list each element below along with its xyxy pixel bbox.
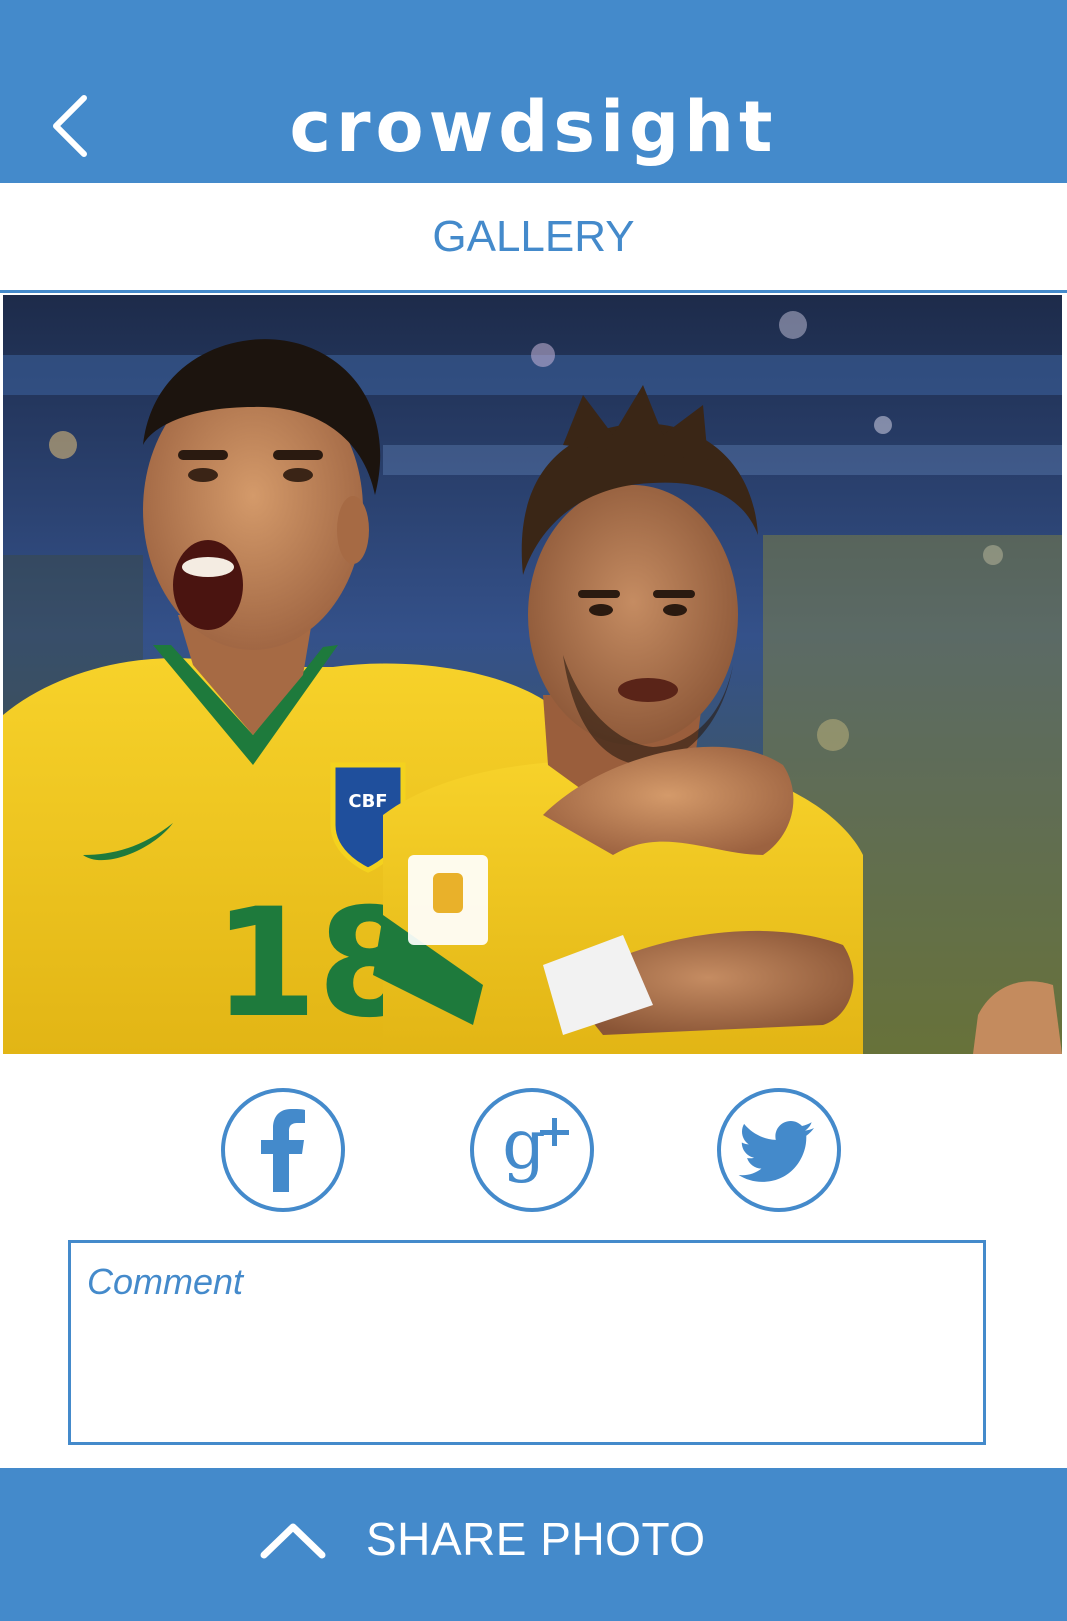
photo-image: CBF 18 (3, 295, 1062, 1054)
svg-text:CBF: CBF (348, 791, 387, 812)
facebook-share-button[interactable] (219, 1086, 347, 1214)
facebook-icon (221, 1088, 345, 1212)
twitter-icon (717, 1088, 841, 1212)
comment-input[interactable] (71, 1243, 983, 1442)
share-photo-button[interactable]: SHARE PHOTO (0, 1468, 1067, 1621)
share-photo-label: SHARE PHOTO (366, 1513, 706, 1565)
app-bar: crowdsight (0, 0, 1067, 183)
app-logo-title: crowdsight (289, 86, 778, 168)
google-plus-share-button[interactable]: g (468, 1086, 596, 1214)
gallery-photo[interactable]: CBF 18 (3, 295, 1062, 1054)
section-header: GALLERY (0, 183, 1067, 293)
comment-box (68, 1240, 986, 1445)
twitter-share-button[interactable] (715, 1086, 843, 1214)
gallery-screen: crowdsight GALLERY CBF 18 g Comment SHAR… (0, 0, 1067, 1621)
page-title: GALLERY (432, 212, 635, 261)
social-share-row: g (0, 1080, 1067, 1220)
chevron-up-icon (260, 1523, 326, 1559)
svg-text:g: g (502, 1106, 546, 1185)
google-plus-icon: g (470, 1088, 594, 1212)
